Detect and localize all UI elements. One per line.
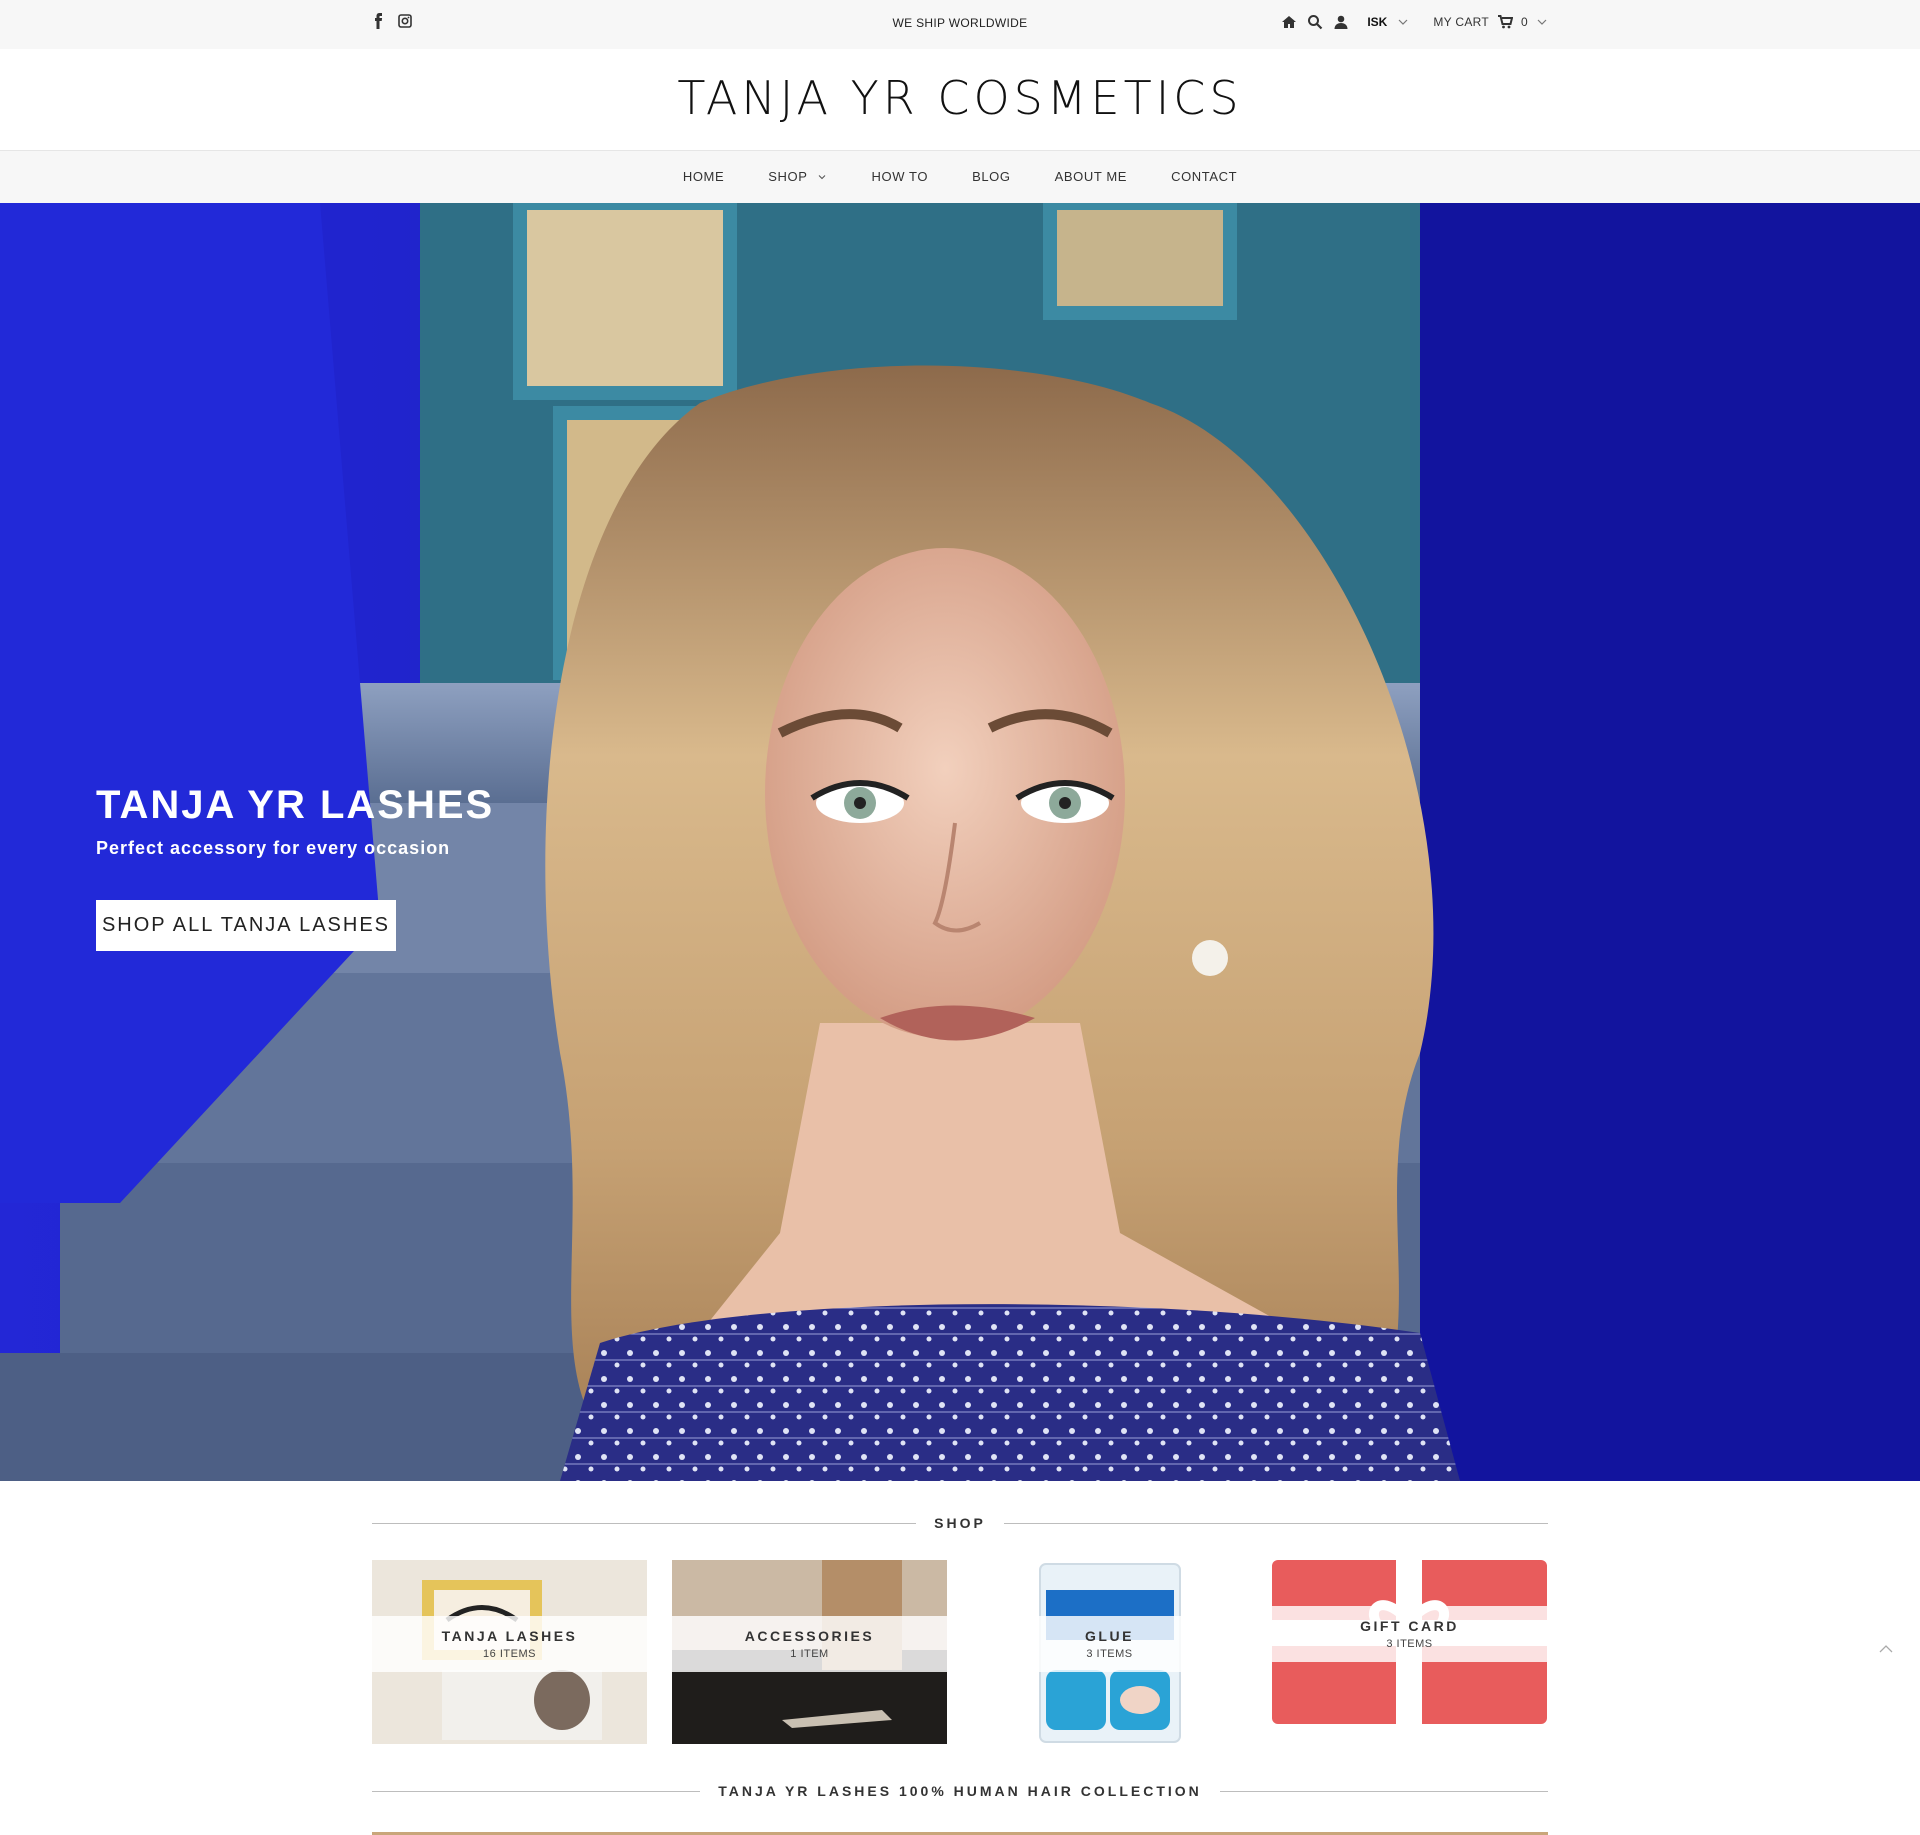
shipping-notice: WE SHIP WORLDWIDE bbox=[892, 16, 1028, 30]
divider bbox=[1219, 1790, 1548, 1792]
collection-label: GIFT CARD 3 ITEMS bbox=[1272, 1606, 1547, 1662]
hero-banner: TANJA YR LASHES Perfect accessory for ev… bbox=[0, 203, 1920, 1481]
search-icon[interactable] bbox=[1307, 14, 1323, 30]
collection-name: GIFT CARD bbox=[1360, 1618, 1459, 1634]
main-nav: HOME SHOP HOW TO BLOG ABOUT ME CONTACT bbox=[0, 150, 1920, 203]
collection-card-accessories[interactable]: ACCESSORIES 1 ITEM bbox=[672, 1560, 947, 1744]
collection-label: ACCESSORIES 1 ITEM bbox=[672, 1616, 947, 1672]
top-bar: WE SHIP WORLDWIDE ISK MY CART 0 bbox=[0, 0, 1920, 49]
divider bbox=[372, 1790, 701, 1792]
account-icon[interactable] bbox=[1333, 14, 1349, 30]
collection-label: GLUE 3 ITEMS bbox=[972, 1616, 1247, 1672]
collection-name: GLUE bbox=[1085, 1628, 1134, 1644]
nav-item-home[interactable]: HOME bbox=[661, 151, 746, 184]
nav-item-shop[interactable]: SHOP bbox=[746, 151, 849, 184]
currency-selector[interactable]: ISK bbox=[1367, 15, 1387, 29]
nav-item-blog[interactable]: BLOG bbox=[950, 151, 1033, 184]
chevron-up-icon bbox=[1879, 1645, 1893, 1653]
cart-label: MY CART bbox=[1433, 15, 1490, 29]
chevron-down-icon[interactable] bbox=[1397, 16, 1409, 28]
hero-subtitle: Perfect accessory for every occasion bbox=[96, 838, 451, 858]
collection-count: 3 ITEMS bbox=[1386, 1638, 1433, 1650]
collection-card-gift-card[interactable]: GIFT CARD 3 ITEMS bbox=[1272, 1560, 1547, 1744]
shop-heading-label: SHOP bbox=[934, 1515, 986, 1531]
home-icon[interactable] bbox=[1281, 14, 1297, 30]
chevron-down-icon bbox=[816, 171, 828, 183]
cart-count: 0 bbox=[1521, 15, 1528, 29]
collection-card-glue[interactable]: GLUE 3 ITEMS bbox=[972, 1560, 1247, 1744]
shop-all-lashes-button[interactable]: SHOP ALL TANJA LASHES bbox=[96, 900, 396, 951]
divider bbox=[372, 1522, 917, 1524]
site-logo[interactable]: TANJA YR COSMETICS bbox=[0, 71, 1920, 125]
hero-text: TANJA YR LASHES Perfect accessory for ev… bbox=[96, 783, 494, 859]
collection-name: TANJA LASHES bbox=[441, 1628, 578, 1644]
cart-icon bbox=[1497, 14, 1514, 30]
chevron-down-icon[interactable] bbox=[1536, 16, 1548, 28]
nav-item-about-me[interactable]: ABOUT ME bbox=[1033, 151, 1149, 184]
collection-label: TANJA LASHES 16 ITEMS bbox=[372, 1616, 647, 1672]
logo-row: TANJA YR COSMETICS bbox=[0, 49, 1920, 150]
nav-item-how-to[interactable]: HOW TO bbox=[850, 151, 951, 184]
collection-count: 1 ITEM bbox=[790, 1648, 829, 1660]
collection-count: 16 ITEMS bbox=[483, 1648, 536, 1660]
scroll-to-top-button[interactable] bbox=[1878, 1642, 1894, 1654]
collection-count: 3 ITEMS bbox=[1086, 1648, 1133, 1660]
collection-grid: TANJA LASHES 16 ITEMS ACCESSORIES 1 ITEM bbox=[372, 1560, 1548, 1744]
collection-heading-label: TANJA YR LASHES 100% HUMAN HAIR COLLECTI… bbox=[718, 1783, 1202, 1799]
shop-heading: SHOP bbox=[372, 1513, 1548, 1533]
hero-title: TANJA YR LASHES bbox=[96, 783, 495, 827]
nav-item-contact[interactable]: CONTACT bbox=[1149, 151, 1259, 184]
collection-card-tanja-lashes[interactable]: TANJA LASHES 16 ITEMS bbox=[372, 1560, 647, 1744]
divider bbox=[1003, 1522, 1548, 1524]
cart-link[interactable]: MY CART 0 bbox=[1433, 14, 1548, 30]
utility-nav: ISK MY CART 0 bbox=[1281, 14, 1548, 30]
collection-heading: TANJA YR LASHES 100% HUMAN HAIR COLLECTI… bbox=[372, 1781, 1548, 1801]
collection-name: ACCESSORIES bbox=[744, 1628, 875, 1644]
